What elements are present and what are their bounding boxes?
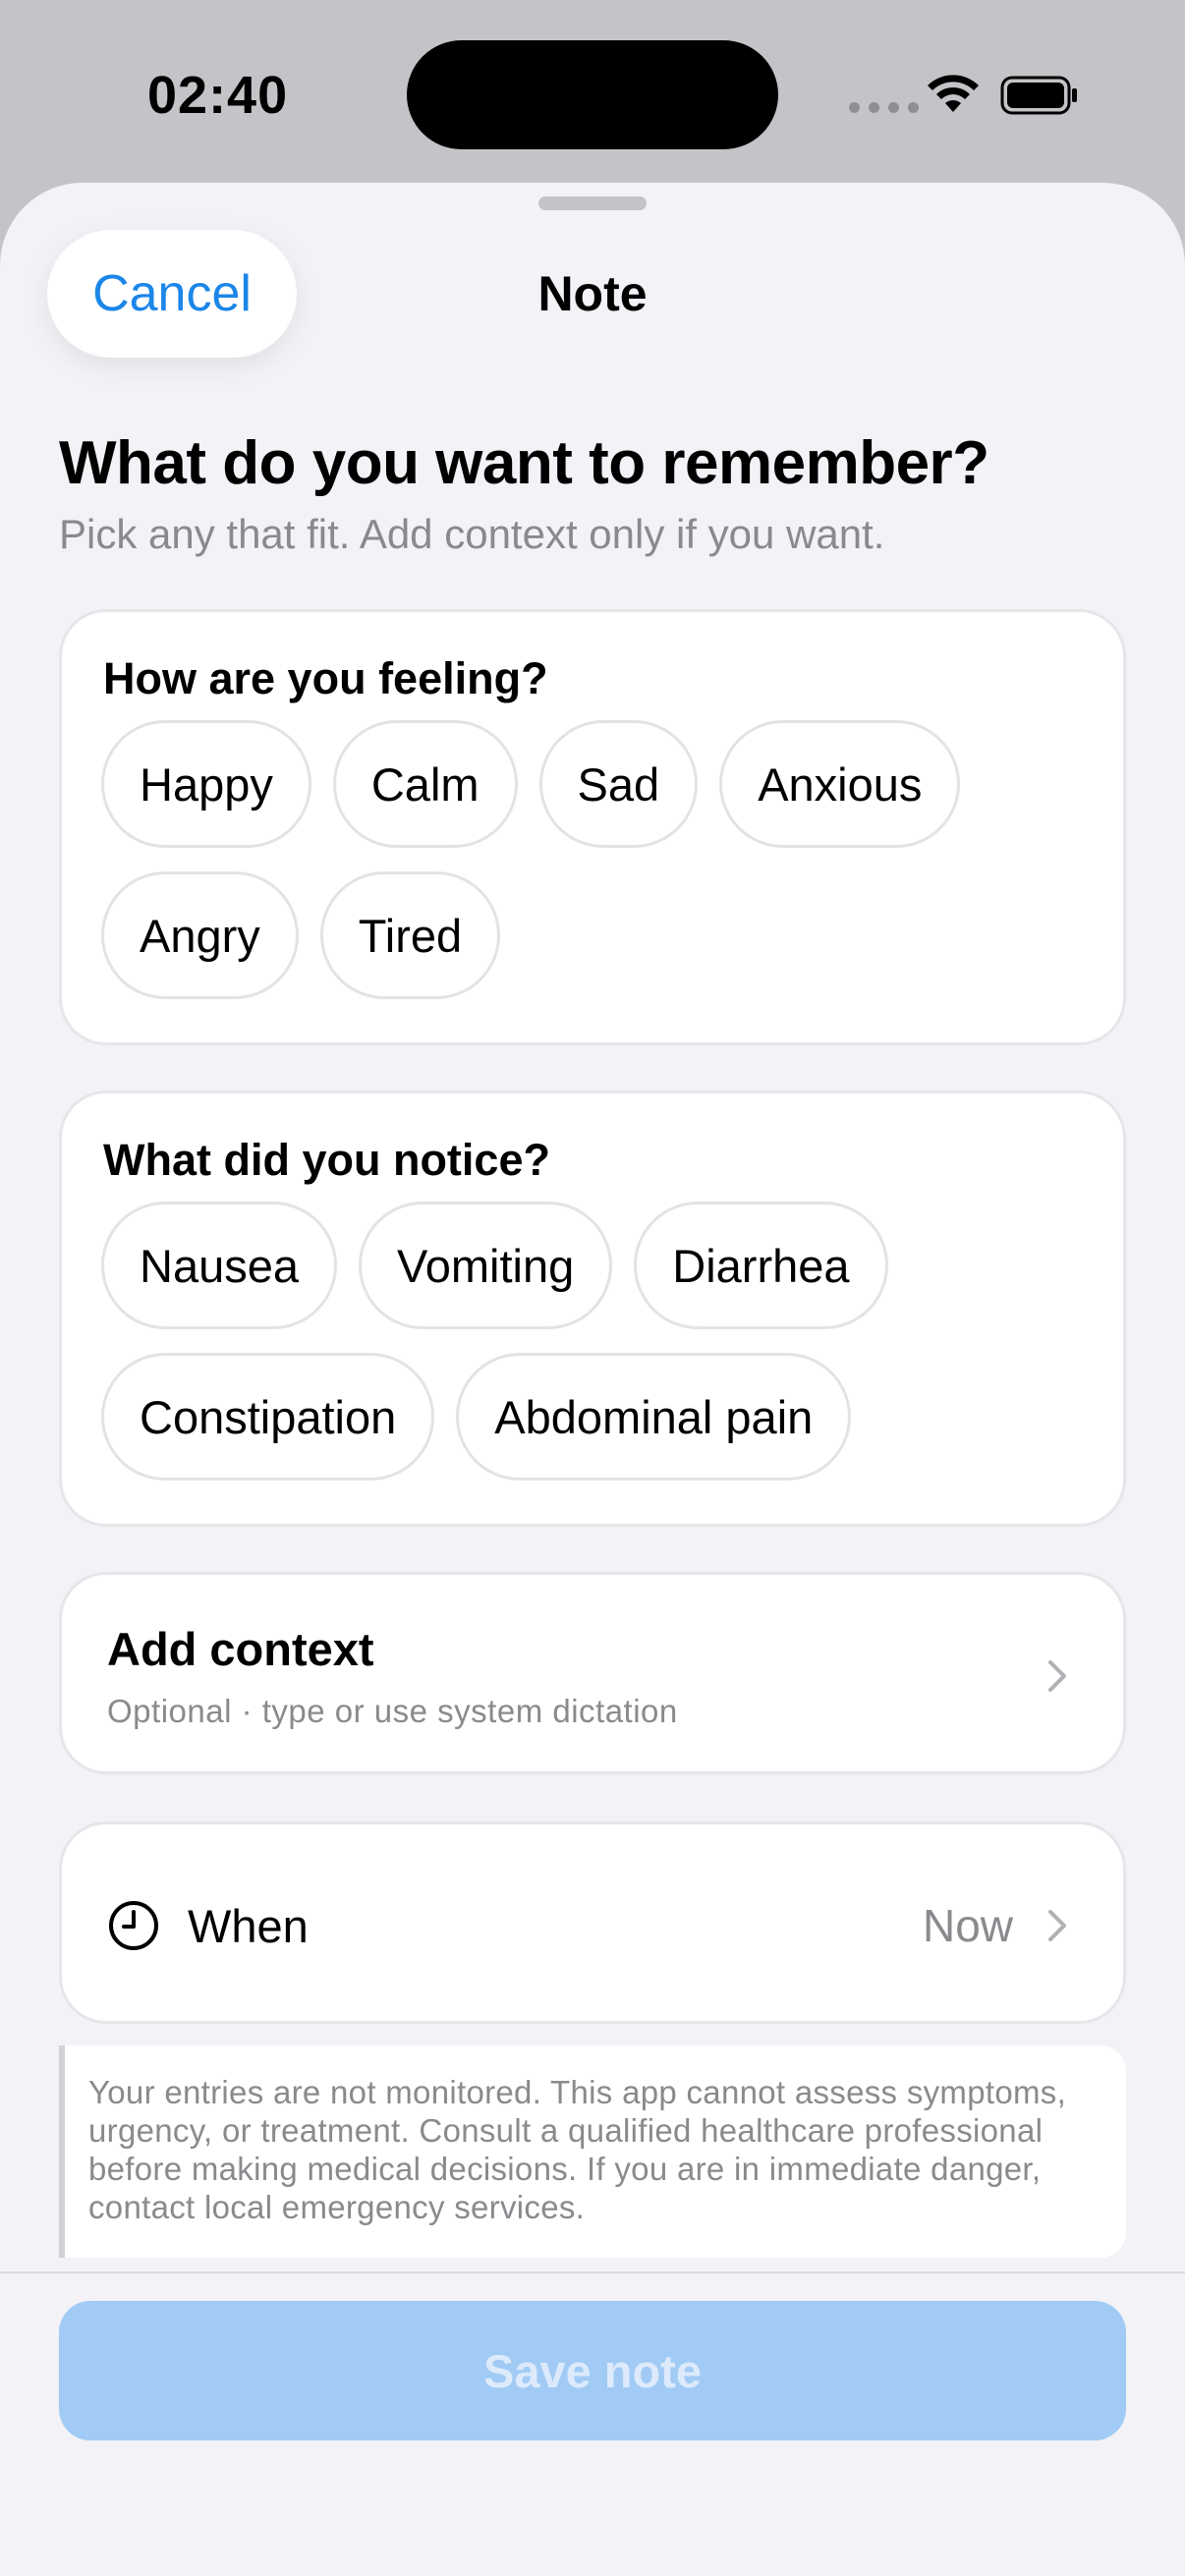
chevron-right-icon [1048, 1910, 1066, 1941]
dynamic-island [407, 40, 778, 149]
chip-tired[interactable]: Tired [319, 871, 501, 999]
feeling-chip-group: Happy Calm Sad Anxious Angry Tired [101, 720, 1094, 999]
chip-happy[interactable]: Happy [101, 720, 311, 848]
chip-constipation[interactable]: Constipation [101, 1353, 435, 1481]
disclaimer-text: Your entries are not monitored. This app… [59, 2045, 1126, 2258]
chevron-right-icon [1048, 1660, 1066, 1692]
bottom-action-bar: Save note [0, 2271, 1185, 2576]
cellular-signal-icon [849, 102, 919, 113]
wifi-icon [928, 75, 979, 112]
add-context-subtitle: Optional · type or use system dictation [107, 1693, 678, 1729]
battery-icon [1000, 76, 1077, 115]
chip-anxious[interactable]: Anxious [719, 720, 961, 848]
notice-chip-group: Nausea Vomiting Diarrhea Constipation Ab… [101, 1202, 1094, 1481]
note-sheet: Cancel Note What do you want to remember… [0, 183, 1185, 2576]
chip-angry[interactable]: Angry [101, 871, 299, 999]
when-value: Now [922, 1900, 1013, 1951]
sheet-grabber[interactable] [538, 196, 647, 210]
chip-sad[interactable]: Sad [538, 720, 699, 848]
add-context-title: Add context [107, 1623, 374, 1675]
when-label: When [188, 1900, 309, 1952]
chip-calm[interactable]: Calm [332, 720, 518, 848]
status-bar: 02:40 [0, 0, 1185, 183]
status-time: 02:40 [147, 66, 289, 125]
when-row[interactable]: When Now [59, 1821, 1126, 2024]
page-subtitle: Pick any that fit. Add context only if y… [59, 511, 885, 557]
nav-title: Note [537, 266, 648, 321]
notice-card-title: What did you notice? [103, 1135, 550, 1185]
save-note-button[interactable]: Save note [59, 2301, 1126, 2440]
chip-vomiting[interactable]: Vomiting [359, 1202, 613, 1329]
chip-diarrhea[interactable]: Diarrhea [634, 1202, 888, 1329]
add-context-row[interactable]: Add context Optional · type or use syste… [59, 1572, 1126, 1774]
clock-icon [109, 1901, 158, 1950]
page-heading: What do you want to remember? [59, 429, 989, 497]
chip-abdominal-pain[interactable]: Abdominal pain [456, 1353, 852, 1481]
notice-card: What did you notice? Nausea Vomiting Dia… [59, 1091, 1126, 1527]
feeling-card: How are you feeling? Happy Calm Sad Anxi… [59, 609, 1126, 1045]
chip-nausea[interactable]: Nausea [101, 1202, 337, 1329]
feeling-card-title: How are you feeling? [103, 653, 548, 703]
